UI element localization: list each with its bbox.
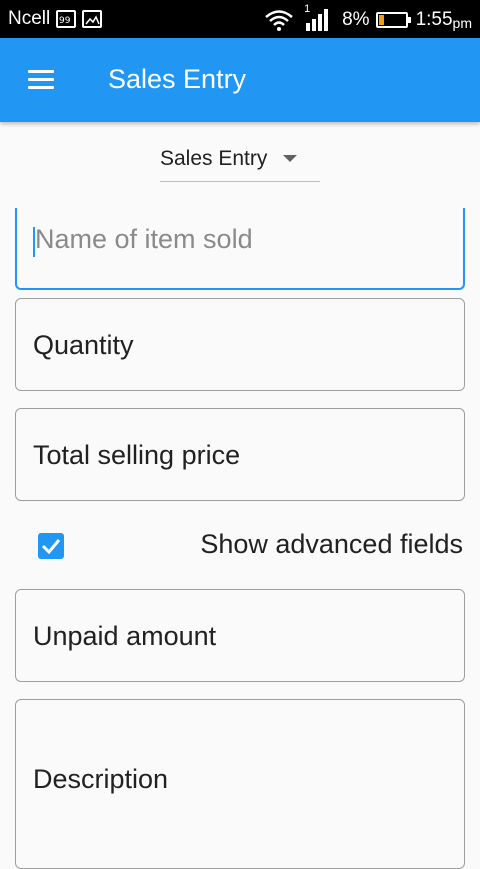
entry-type-dropdown[interactable]: Sales Entry <box>160 136 320 182</box>
wifi-icon <box>265 10 293 31</box>
unpaid-amount-label: Unpaid amount <box>33 621 217 651</box>
description-input[interactable]: Description <box>15 699 465 869</box>
hamburger-menu-icon[interactable] <box>24 68 60 92</box>
advanced-fields-checkbox[interactable] <box>38 533 64 559</box>
item-name-input[interactable]: Name of item sold <box>15 208 465 290</box>
clock-time: 1:55 <box>415 9 453 30</box>
app-bar: Sales Entry <box>0 38 480 122</box>
page-title: Sales Entry <box>108 64 247 94</box>
cell-signal-icon: 1 <box>304 3 329 31</box>
advanced-fields-label: Show advanced fields <box>200 529 463 559</box>
quantity-input[interactable]: Quantity <box>15 298 465 391</box>
carrier-name: Ncell <box>8 8 51 29</box>
status-bar: Ncell 99 1 8% 1:55 pm <box>0 0 480 38</box>
status-right: 1 8% 1:55 pm <box>264 3 472 32</box>
battery-icon <box>375 12 411 28</box>
chevron-down-icon <box>283 155 298 162</box>
sim-card-icon: 99 <box>56 10 77 28</box>
item-name-placeholder: Name of item sold <box>35 224 253 254</box>
clock-suffix: pm <box>452 15 472 31</box>
total-selling-price-label: Total selling price <box>33 440 241 470</box>
signal-sim-number: 1 <box>304 3 311 15</box>
dropdown-selected-value: Sales Entry <box>160 146 268 170</box>
total-selling-price-input[interactable]: Total selling price <box>15 408 465 501</box>
checkmark-icon <box>41 539 61 555</box>
description-label: Description <box>33 764 169 794</box>
advanced-fields-row: Show advanced fields <box>0 520 480 572</box>
unpaid-amount-input[interactable]: Unpaid amount <box>15 589 465 682</box>
image-notification-icon <box>82 10 103 28</box>
battery-percent: 8% <box>342 9 370 30</box>
status-left: Ncell 99 <box>8 8 103 30</box>
quantity-label: Quantity <box>33 330 134 360</box>
svg-text:99: 99 <box>59 16 71 26</box>
